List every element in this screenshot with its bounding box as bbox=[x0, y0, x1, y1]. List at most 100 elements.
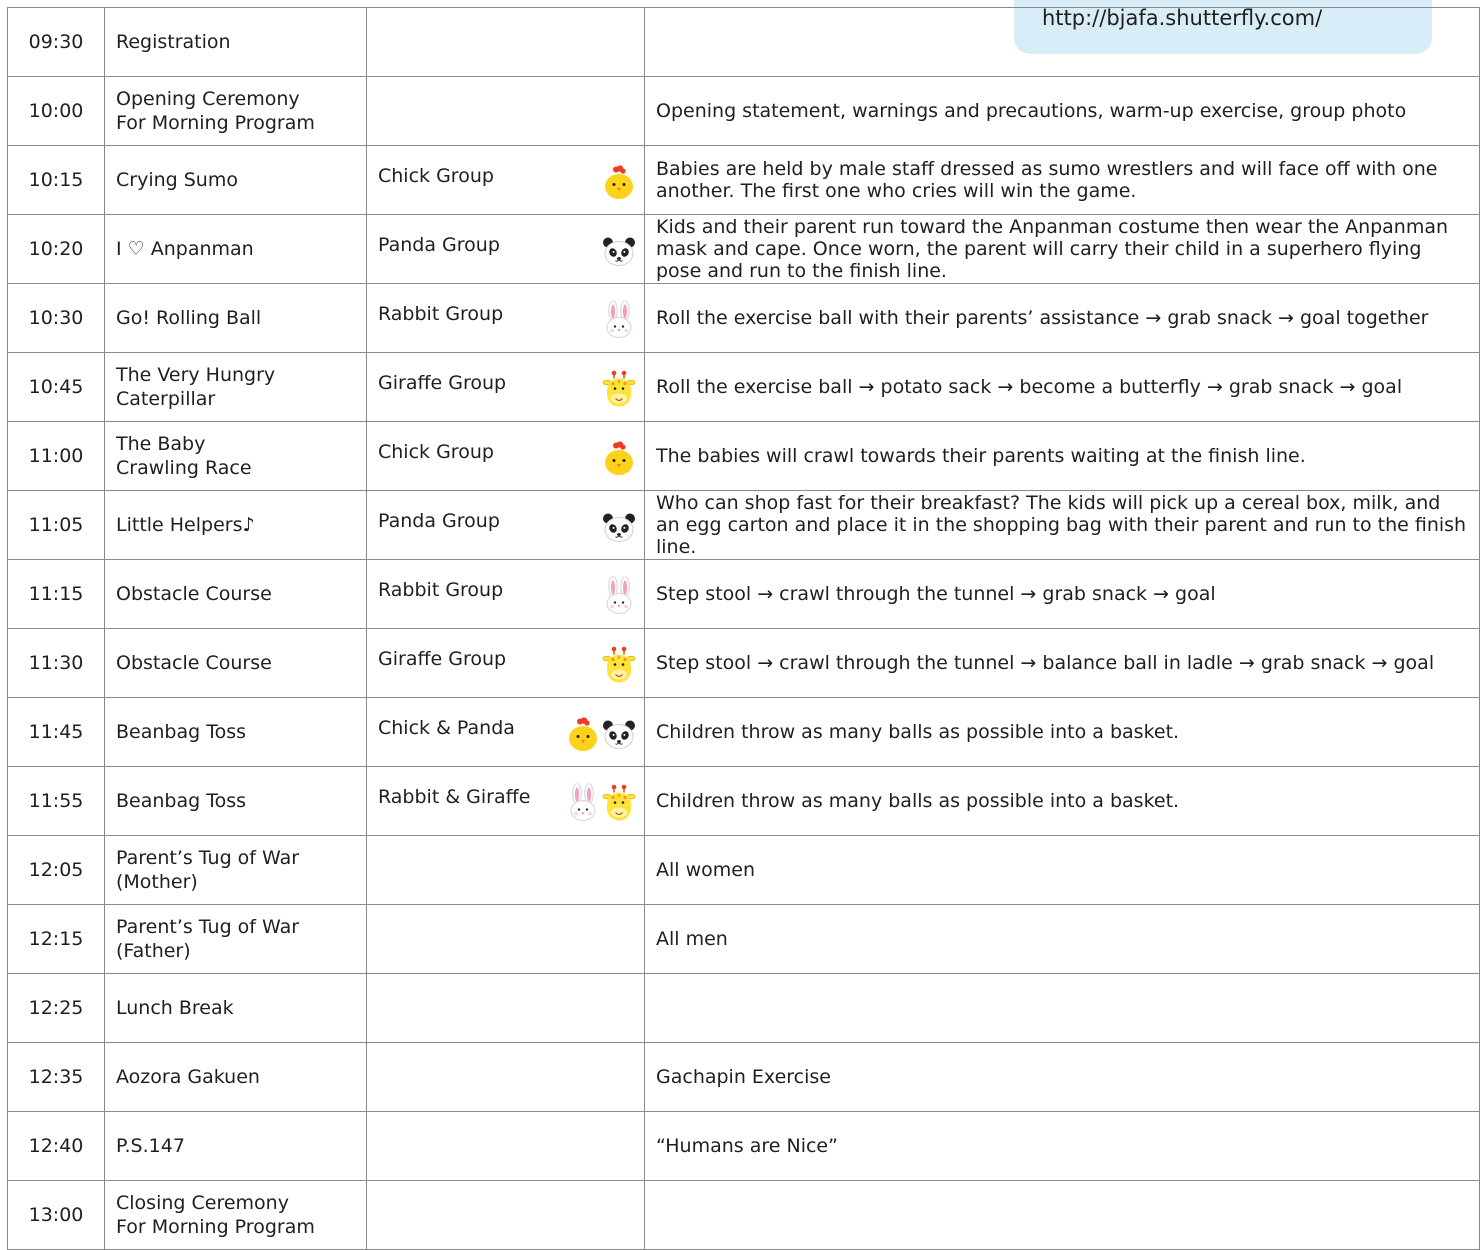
event-cell: Opening Ceremony For Morning Program bbox=[104, 76, 367, 146]
schedule-row: 12:05 Parent’s Tug of War (Mother) All wome… bbox=[7, 835, 1480, 905]
group-icons bbox=[602, 163, 636, 201]
description-cell: Who can shop fast for their breakfast? T… bbox=[644, 490, 1480, 560]
giraffe-icon bbox=[602, 370, 636, 407]
event-name-line: Registration bbox=[116, 31, 231, 53]
description-cell bbox=[644, 973, 1480, 1043]
schedule-row: 09:30 Registration bbox=[7, 7, 1480, 77]
description-cell: Step stool → crawl through the tunnel → … bbox=[644, 628, 1480, 698]
description-cell: Roll the exercise ball → potato sack → b… bbox=[644, 352, 1480, 422]
chick-icon bbox=[605, 165, 633, 200]
description-cell: Children throw as many balls as possible… bbox=[644, 697, 1480, 767]
time-cell: 12:35 bbox=[7, 1042, 105, 1112]
event-name-line: I ♡ Anpanman bbox=[116, 238, 254, 260]
event-cell: Closing Ceremony For Morning Program bbox=[104, 1180, 367, 1250]
event-name-line: Aozora Gakuen bbox=[116, 1066, 260, 1088]
group-cell bbox=[366, 973, 645, 1043]
group-name: Giraffe Group bbox=[378, 372, 507, 394]
group-cell: Rabbit & Giraffe bbox=[366, 766, 645, 836]
event-name-line: Parent’s Tug of War bbox=[116, 916, 300, 938]
time-cell: 09:30 bbox=[7, 7, 105, 77]
group-icons bbox=[602, 439, 636, 477]
schedule-row: 11:55 Beanbag Toss Rabbit & Giraffe Childre… bbox=[7, 766, 1480, 836]
schedule-row: 12:25 Lunch Break bbox=[7, 973, 1480, 1043]
group-cell: Chick & Panda bbox=[366, 697, 645, 767]
event-cell: Crying Sumo bbox=[104, 145, 367, 215]
schedule-row: 12:40 P.S.147 “Humans are Nice” bbox=[7, 1111, 1480, 1181]
group-icons bbox=[602, 300, 636, 339]
event-name-line: For Morning Program bbox=[116, 112, 315, 134]
group-name: Rabbit & Giraffe bbox=[378, 786, 531, 808]
group-cell bbox=[366, 76, 645, 146]
time-cell: 11:05 bbox=[7, 490, 105, 560]
schedule-row: 10:30 Go! Rolling Ball Rabbit Group Roll th… bbox=[7, 283, 1480, 353]
event-cell: Go! Rolling Ball bbox=[104, 283, 367, 353]
event-cell: Beanbag Toss bbox=[104, 766, 367, 836]
group-cell: Giraffe Group bbox=[366, 352, 645, 422]
description-cell: Roll the exercise ball with their parent… bbox=[644, 283, 1480, 353]
group-name: Rabbit Group bbox=[378, 303, 504, 325]
group-cell: Giraffe Group bbox=[366, 628, 645, 698]
group-cell: Chick Group bbox=[366, 421, 645, 491]
group-cell: Panda Group bbox=[366, 490, 645, 560]
schedule-row: 11:05 Little Helpers♪ Panda Group Who can s… bbox=[7, 490, 1480, 560]
event-name-line: Lunch Break bbox=[116, 997, 234, 1019]
event-name-line: Beanbag Toss bbox=[116, 790, 247, 812]
schedule-table: 09:30 Registration 10:00 Opening Ceremony Fo… bbox=[7, 7, 1480, 1250]
schedule-row: 10:15 Crying Sumo Chick Group Babies are he… bbox=[7, 145, 1480, 215]
description-cell: Babies are held by male staff dressed as… bbox=[644, 145, 1480, 215]
event-cell: I ♡ Anpanman bbox=[104, 214, 367, 284]
time-cell: 11:30 bbox=[7, 628, 105, 698]
schedule-row: 10:20 I ♡ Anpanman Panda Group Kids and the… bbox=[7, 214, 1480, 284]
event-cell: Beanbag Toss bbox=[104, 697, 367, 767]
group-cell bbox=[366, 1180, 645, 1250]
event-name-line: (Mother) bbox=[116, 871, 198, 893]
event-cell: The Very Hungry Caterpillar bbox=[104, 352, 367, 422]
giraffe-icon bbox=[602, 784, 636, 821]
schedule-row: 11:45 Beanbag Toss Chick & Panda Children t… bbox=[7, 697, 1480, 767]
panda-icon bbox=[603, 513, 635, 543]
event-name-line: Caterpillar bbox=[116, 388, 216, 410]
event-name-line: Beanbag Toss bbox=[116, 721, 247, 743]
rabbit-icon bbox=[570, 783, 596, 822]
rabbit-icon bbox=[606, 576, 632, 615]
event-name-line: Obstacle Course bbox=[116, 652, 272, 674]
group-cell: Panda Group bbox=[366, 214, 645, 284]
group-name: Panda Group bbox=[378, 510, 500, 532]
group-cell: Rabbit Group bbox=[366, 283, 645, 353]
panda-icon bbox=[603, 237, 635, 267]
event-name-line: The Very Hungry bbox=[116, 364, 276, 386]
event-name-line: Parent’s Tug of War bbox=[116, 847, 300, 869]
event-cell: Aozora Gakuen bbox=[104, 1042, 367, 1112]
event-cell: Obstacle Course bbox=[104, 628, 367, 698]
schedule-row: 11:15 Obstacle Course Rabbit Group Step sto… bbox=[7, 559, 1480, 629]
schedule-row: 11:00 The Baby Crawling Race Chick Group The… bbox=[7, 421, 1480, 491]
time-cell: 12:15 bbox=[7, 904, 105, 974]
group-cell bbox=[366, 7, 645, 77]
event-name-line: For Morning Program bbox=[116, 1216, 315, 1238]
event-cell: P.S.147 bbox=[104, 1111, 367, 1181]
description-cell: All women bbox=[644, 835, 1480, 905]
description-cell: Gachapin Exercise bbox=[644, 1042, 1480, 1112]
description-cell: The babies will crawl towards their pare… bbox=[644, 421, 1480, 491]
description-cell bbox=[644, 7, 1480, 77]
group-cell bbox=[366, 1111, 645, 1181]
event-cell: Parent’s Tug of War (Mother) bbox=[104, 835, 367, 905]
description-cell bbox=[644, 1180, 1480, 1250]
panda-icon bbox=[603, 720, 635, 750]
description-cell: Opening statement, warnings and precauti… bbox=[644, 76, 1480, 146]
event-name-line: Opening Ceremony bbox=[116, 88, 300, 110]
group-icons bbox=[602, 508, 636, 546]
event-cell: Little Helpers♪ bbox=[104, 490, 367, 560]
event-name-line: The Baby bbox=[116, 433, 206, 455]
schedule-row: 10:00 Opening Ceremony For Morning Program… bbox=[7, 76, 1480, 146]
time-cell: 12:05 bbox=[7, 835, 105, 905]
event-cell: Lunch Break bbox=[104, 973, 367, 1043]
description-cell: “Humans are Nice” bbox=[644, 1111, 1480, 1181]
schedule-row: 12:35 Aozora Gakuen Gachapin Exercise bbox=[7, 1042, 1480, 1112]
time-cell: 12:40 bbox=[7, 1111, 105, 1181]
event-cell: Obstacle Course bbox=[104, 559, 367, 629]
event-name-line: Crying Sumo bbox=[116, 169, 238, 191]
group-name: Chick Group bbox=[378, 441, 494, 463]
chick-icon bbox=[569, 717, 597, 752]
event-name-line: Obstacle Course bbox=[116, 583, 272, 605]
